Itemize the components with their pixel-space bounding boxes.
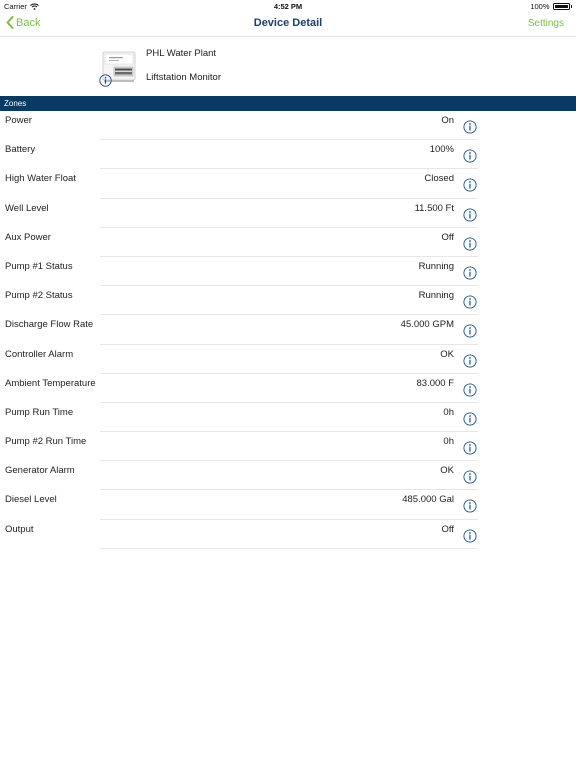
zone-row[interactable]: Diesel Level 485.000 Gal [0,490,576,520]
battery-group: 100% [530,2,572,11]
zone-value: 11.500 Ft [414,202,454,214]
zone-label: Pump Run Time [5,406,74,418]
zone-value: Running [418,260,454,272]
zone-label: Generator Alarm [5,465,75,477]
zone-value: 83.000 F [416,377,455,389]
zone-label: Pump #2 Status [5,290,73,302]
zone-row[interactable]: Discharge Flow Rate 45.000 GPM [0,315,576,345]
device-name: PHL Water Plant [146,48,217,59]
zone-info-button[interactable] [463,324,477,338]
zone-info-button[interactable] [463,178,477,192]
zone-info-button[interactable] [463,529,477,543]
zone-value: Off [441,523,455,535]
zone-row[interactable]: Controller Alarm OK [0,345,576,374]
info-circle-icon [463,353,477,368]
info-circle-icon [463,529,477,543]
info-circle-icon [463,412,477,426]
settings-button[interactable]: Settings [528,18,564,29]
zone-value: On [441,115,454,126]
zone-value: 0h [443,436,454,448]
zone-info-button[interactable] [463,470,477,484]
zone-info-button[interactable] [463,149,477,163]
battery-icon [552,3,570,10]
zone-row[interactable]: Pump #2 Status Running [0,286,576,316]
info-circle-icon [463,120,477,134]
info-circle-icon [463,295,477,309]
zones-section-header: Zones [0,96,576,111]
zone-info-button[interactable] [463,499,477,513]
zone-info-button[interactable] [463,208,477,222]
info-circle-icon [463,237,477,251]
zone-row[interactable]: High Water Float Closed [0,169,576,199]
zone-value: Off [441,231,455,243]
zone-row[interactable]: Generator Alarm OK [0,461,576,491]
zone-value: Closed [424,173,454,185]
zone-row[interactable]: Ambient Temperature 83.000 F [0,374,576,403]
zone-value: 0h [443,406,454,418]
zone-info-button[interactable] [463,441,477,455]
info-circle-icon [99,74,112,87]
zone-value: 100% [429,144,454,156]
zone-label: Diesel Level [5,494,57,506]
zone-value: OK [440,348,454,360]
info-circle-icon [463,266,477,280]
zone-label: Pump #1 Status [5,260,73,272]
info-circle-icon [463,324,477,338]
zone-label: Controller Alarm [5,348,74,360]
battery-fill [554,5,568,8]
page-title: Device Detail [253,17,323,29]
zone-row[interactable]: Battery 100% [0,140,576,170]
device-info-button[interactable] [99,74,112,87]
status-bar: Carrier 4:52 PM 100% [0,0,576,12]
info-circle-icon [463,470,477,484]
info-circle-icon [463,499,477,513]
clock: 4:52 PM [273,2,303,11]
info-circle-icon [463,383,477,397]
zone-row[interactable]: Pump #2 Run Time 0h [0,432,576,462]
device-type: Liftstation Monitor [146,72,221,83]
zone-label: High Water Float [5,173,76,185]
zone-label: Well Level [5,202,49,214]
battery-percent: 100% [530,2,550,11]
battery-nub [570,5,572,8]
zone-info-button[interactable] [463,120,477,134]
zone-info-button[interactable] [463,383,477,397]
info-circle-icon [463,208,477,222]
info-circle-icon [463,178,477,192]
zone-label: Power [5,115,32,126]
zone-row[interactable]: Well Level 11.500 Ft [0,199,576,228]
zone-label: Output [5,523,34,535]
zone-label: Battery [5,144,36,156]
info-circle-icon [463,149,477,163]
zone-row[interactable]: Pump #1 Status Running [0,257,576,287]
zone-row[interactable]: Power On [0,111,576,141]
zone-value: 45.000 GPM [400,319,454,331]
row-divider [100,547,478,549]
zone-value: 485.000 Gal [402,494,454,506]
info-circle-icon [463,441,477,455]
device-header: PHL Water Plant Liftstation Monitor [0,37,576,96]
navigation-bar: Back Device Detail Settings [0,12,576,37]
zone-info-button[interactable] [463,237,477,251]
zone-label: Aux Power [5,231,51,243]
zone-label: Ambient Temperature [5,377,96,389]
zone-info-button[interactable] [463,353,477,368]
zone-value: OK [440,465,454,477]
zone-label: Discharge Flow Rate [5,319,94,331]
zone-row[interactable]: Output Off [0,520,576,549]
zone-info-button[interactable] [463,295,477,309]
zone-value: Running [418,290,454,302]
zone-row[interactable]: Pump Run Time 0h [0,403,576,433]
zone-label: Pump #2 Run Time [5,436,87,448]
zone-info-button[interactable] [463,266,477,280]
zone-list: Power On Battery 100% High Water Float Closed… [0,111,576,549]
zone-row[interactable]: Aux Power Off [0,228,576,257]
zone-info-button[interactable] [463,412,477,426]
